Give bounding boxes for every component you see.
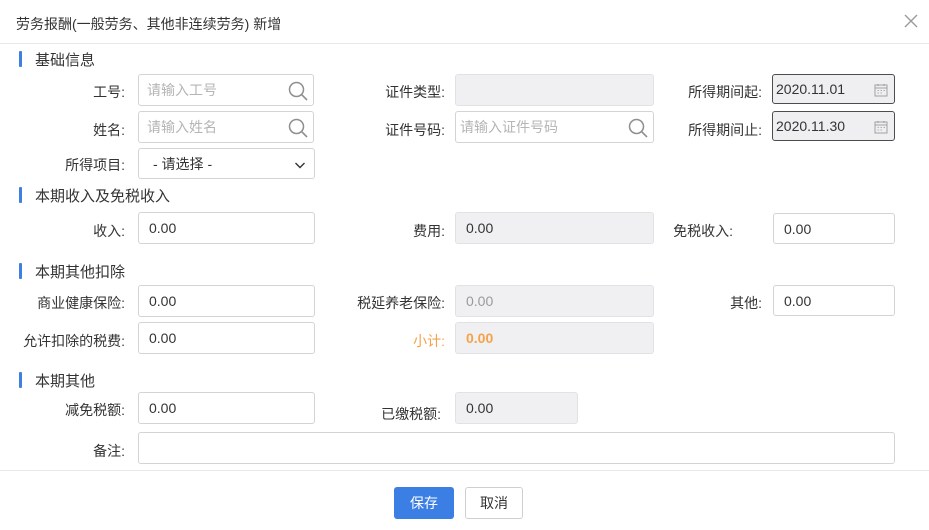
period-end-value: 2020.11.30	[776, 118, 846, 134]
health-insurance-value: 0.00	[149, 293, 177, 309]
other-deduction-label: 其他:	[730, 295, 762, 311]
section-basic-header: 基础信息	[19, 50, 96, 69]
income-item-select[interactable]: - 请选择 -	[138, 148, 315, 179]
calendar-icon[interactable]	[874, 83, 888, 97]
id-type-label: 证件类型:	[385, 84, 445, 100]
section-deduction-header: 本期其他扣除	[19, 262, 126, 281]
search-icon[interactable]	[287, 80, 309, 102]
tax-reduction-field[interactable]: 0.00	[138, 392, 315, 424]
expense-field: 0.00	[455, 212, 654, 244]
section-title: 本期收入及免税收入	[35, 187, 171, 205]
pension-insurance-label: 税延养老保险:	[357, 295, 445, 311]
other-deduction-field[interactable]: 0.00	[773, 285, 895, 316]
remark-input[interactable]	[139, 433, 894, 463]
tax-paid-value: 0.00	[466, 400, 494, 416]
period-end-label: 所得期间止:	[688, 122, 762, 138]
section-other-header: 本期其他	[19, 371, 96, 390]
subtotal-value: 0.00	[466, 330, 494, 346]
section-income-header: 本期收入及免税收入	[19, 186, 171, 205]
subtotal-field: 0.00	[455, 322, 654, 354]
health-insurance-field[interactable]: 0.00	[138, 285, 315, 317]
save-button[interactable]: 保存	[394, 487, 454, 519]
dialog-title-bar: 劳务报酬(一般劳务、其他非连续劳务) 新增	[0, 0, 929, 44]
section-bar	[19, 263, 22, 279]
remark-label: 备注:	[93, 443, 125, 459]
income-field[interactable]: 0.00	[138, 212, 315, 244]
subtotal-label: 小计:	[413, 333, 445, 349]
id-type-field	[455, 74, 654, 106]
tax-reduction-label: 减免税额:	[65, 402, 125, 418]
period-start-field[interactable]: 2020.11.01	[772, 74, 895, 104]
remark-field[interactable]	[138, 432, 895, 464]
income-item-label: 所得项目:	[65, 157, 125, 173]
dialog: 劳务报酬(一般劳务、其他非连续劳务) 新增 基础信息 工号: 证件类型: 所得期…	[0, 0, 929, 530]
section-bar	[19, 187, 22, 203]
income-label: 收入:	[93, 223, 125, 239]
health-insurance-label: 商业健康保险:	[37, 295, 125, 311]
pension-insurance-value: 0.00	[466, 293, 494, 309]
tax-free-value: 0.00	[784, 220, 812, 237]
section-title: 本期其他	[35, 372, 96, 390]
chevron-down-icon[interactable]	[294, 160, 306, 170]
income-item-selected: - 请选择 -	[153, 155, 213, 172]
expense-label: 费用:	[413, 223, 445, 239]
pension-insurance-field: 0.00	[455, 285, 654, 317]
other-deduction-value: 0.00	[784, 292, 812, 309]
tax-free-label: 免税收入:	[673, 223, 733, 239]
tax-free-field[interactable]: 0.00	[773, 213, 895, 244]
name-label: 姓名:	[93, 122, 125, 138]
allowed-tax-label: 允许扣除的税费:	[23, 333, 125, 349]
dialog-title: 劳务报酬(一般劳务、其他非连续劳务) 新增	[16, 16, 282, 32]
search-icon[interactable]	[287, 117, 309, 139]
section-title: 基础信息	[35, 51, 96, 69]
id-no-label: 证件号码:	[385, 122, 445, 138]
period-end-field[interactable]: 2020.11.30	[772, 111, 895, 141]
cancel-button[interactable]: 取消	[465, 487, 523, 519]
dialog-footer: 保存 取消	[0, 470, 929, 530]
tax-reduction-value: 0.00	[149, 400, 177, 416]
section-bar	[19, 51, 22, 67]
employee-no-field[interactable]	[138, 74, 314, 106]
search-icon[interactable]	[627, 117, 649, 139]
calendar-icon[interactable]	[874, 120, 888, 134]
expense-value: 0.00	[466, 220, 494, 236]
tax-paid-label: 已缴税额:	[381, 406, 441, 422]
close-icon[interactable]	[903, 13, 919, 29]
period-start-label: 所得期间起:	[688, 84, 762, 100]
employee-no-label: 工号:	[93, 84, 125, 100]
id-no-field[interactable]	[455, 111, 654, 143]
tax-paid-field: 0.00	[455, 392, 578, 424]
section-bar	[19, 372, 22, 388]
income-value: 0.00	[149, 220, 177, 236]
id-no-input[interactable]	[456, 112, 653, 142]
name-field[interactable]	[138, 111, 314, 143]
allowed-tax-field[interactable]: 0.00	[138, 322, 315, 354]
period-start-value: 2020.11.01	[776, 81, 846, 97]
allowed-tax-value: 0.00	[149, 330, 177, 346]
section-title: 本期其他扣除	[35, 263, 126, 281]
